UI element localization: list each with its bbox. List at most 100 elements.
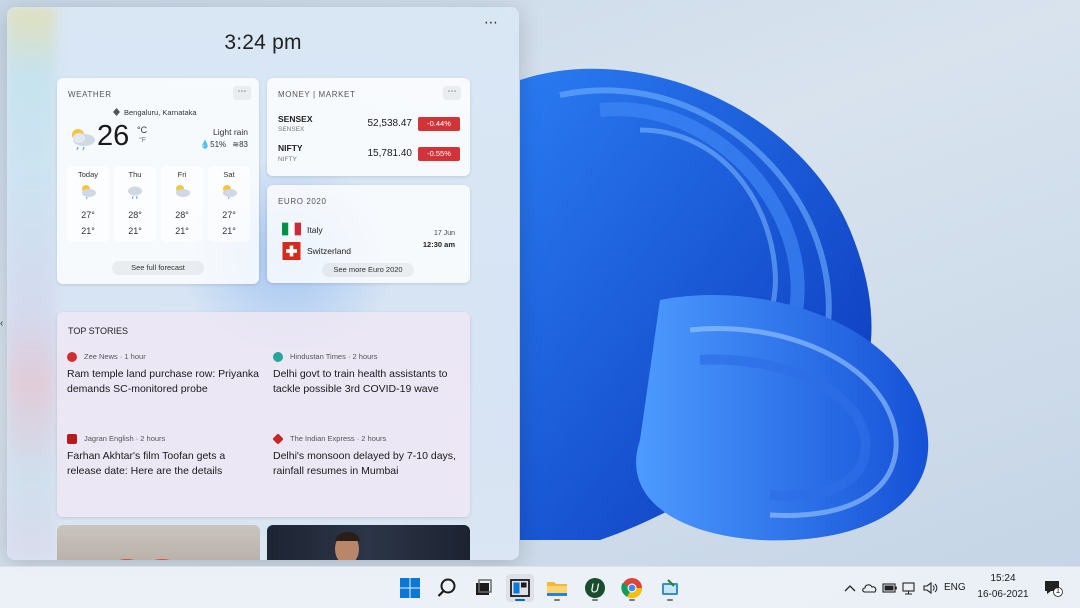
forecast-high: 27° [222,210,236,220]
weather-title: WEATHER [68,90,112,99]
indian-express-icon [272,433,284,445]
see-more-euro-link[interactable]: See more Euro 2020 [322,263,414,277]
cloud-rain-icon [72,129,95,151]
panel-more-button[interactable]: ⋯ [481,15,501,31]
widgets-icon [510,579,530,597]
chevron-up-icon [844,585,856,592]
forecast-day-label: Sat [223,170,235,179]
forecast-day[interactable]: Fri 28° 21° [161,166,203,242]
weather-humidity: 51% [210,140,227,149]
forecast-low: 21° [222,226,236,236]
running-indicator [667,599,673,601]
file-explorer-button[interactable] [543,574,571,602]
cloud-rain-icon [128,186,142,199]
unit-celsius-toggle[interactable]: °C [137,125,147,135]
app-button[interactable] [656,574,684,602]
forecast-day-label: Fri [177,170,187,179]
notification-count: 1 [1055,586,1061,595]
clock-date[interactable]: 16-06-2021 [976,589,1030,600]
forecast-low: 21° [81,226,95,236]
humidity-icon: 💧 [200,140,211,149]
story-source: Hindustan Times · 2 hours [290,352,378,361]
task-view-icon [476,579,492,595]
story-headline[interactable]: Ram temple land purchase row: Priyanka d… [67,367,262,397]
search-button[interactable] [433,574,461,602]
story-item[interactable]: Zee News · 1 hour Ram temple land purcha… [67,352,262,412]
italy-flag-icon [282,222,301,236]
weather-meta: 💧51% ≋83 [200,140,248,149]
task-view-button[interactable] [469,574,497,602]
forecast-day[interactable]: Today 27° 21° [67,166,109,242]
svg-text:U: U [591,582,600,596]
chrome-button[interactable] [618,574,646,602]
money-more-button[interactable]: ⋯ [443,86,461,100]
volume-button[interactable] [922,579,938,597]
forecast-day[interactable]: Thu 28° 21° [114,166,156,242]
battery-button[interactable] [882,579,898,597]
story-item[interactable]: Jagran English · 2 hours Farhan Akhtar's… [67,434,262,484]
team-name: Switzerland [307,246,351,256]
input-language-button[interactable]: ENG [944,582,966,593]
forecast-low: 21° [175,226,189,236]
volume-icon [923,581,938,595]
network-button[interactable] [902,579,918,597]
news-thumbnail[interactable] [57,525,260,560]
euro-widget[interactable]: EURO 2020 Italy Switzerland 17 Jun 12:30… [267,185,470,283]
forecast-high: 27° [81,210,95,220]
onedrive-button[interactable] [862,579,878,597]
clock-time[interactable]: 15:24 [976,573,1030,584]
story-item[interactable]: The Indian Express · 2 hours Delhi's mon… [272,433,468,484]
file-explorer-icon [547,582,567,596]
stock-name: NIFTY [278,143,303,153]
upwork-button[interactable]: U [581,574,609,602]
chrome-icon [621,578,643,599]
notifications-button[interactable]: 1 [1043,578,1063,597]
story-source: The Indian Express · 2 hours [290,434,387,443]
story-source: Jagran English · 2 hours [84,434,166,443]
team-name: Italy [307,225,323,235]
story-headline[interactable]: Delhi's monsoon delayed by 7-10 days, ra… [273,449,468,479]
weather-location: Bengaluru, Karnataka [124,108,197,117]
running-indicator [592,599,598,601]
match-date: 17 Jun [433,230,455,237]
weather-condition: Light rain [213,127,248,137]
story-headline[interactable]: Delhi govt to train health assistants to… [273,367,468,397]
top-stories-widget: TOP STORIES Zee News · 1 hour Ram temple… [57,312,470,517]
forecast-day-label: Thu [128,170,142,179]
start-button[interactable] [396,574,424,602]
forecast-low: 21° [128,226,142,236]
show-hidden-icons-button[interactable] [843,579,857,597]
weather-temperature: 26 [97,120,130,152]
stock-subtitle: NIFTY [278,156,297,163]
running-indicator [554,599,560,601]
weather-widget[interactable]: WEATHER ⋯ Bengaluru, Karnataka 26 °C °F … [57,78,259,284]
stock-value: 15,781.40 [367,148,413,159]
search-icon [437,578,456,597]
panel-time: 3:24 pm [224,31,302,54]
switzerland-flag-icon [282,242,301,260]
battery-icon [882,583,897,593]
story-item[interactable]: Hindustan Times · 2 hours Delhi govt to … [273,352,468,412]
partly-cloudy-icon [223,185,237,199]
money-title: MONEY | MARKET [278,90,356,99]
story-headline[interactable]: Farhan Akhtar's film Toofan gets a relea… [67,449,262,479]
story-source: Zee News · 1 hour [84,352,146,361]
forecast-day-label: Today [77,170,98,179]
edge-chevron-icon: ‹ [0,318,4,329]
panel-backdrop [7,7,55,560]
money-widget[interactable]: MONEY | MARKET ⋯ SENSEX SENSEX 52,538.47… [267,78,470,176]
network-icon [902,582,915,595]
news-thumbnail[interactable] [267,525,470,560]
match-time: 12:30 am [422,240,455,249]
partly-cloudy-icon [176,185,190,197]
widgets-button[interactable] [506,574,534,602]
see-full-forecast-link[interactable]: See full forecast [112,261,204,275]
unit-fahrenheit-toggle[interactable]: °F [139,137,146,144]
forecast-day[interactable]: Sat 27° 21° [208,166,250,242]
forecast-high: 28° [128,210,142,220]
forecast-high: 28° [175,210,189,220]
stock-name: SENSEX [278,114,313,124]
weather-aqi: 83 [239,140,248,149]
widgets-panel: 3:24 pm ⋯ WEATHER ⋯ Bengaluru, Karnataka… [7,7,519,560]
weather-more-button[interactable]: ⋯ [233,86,251,100]
